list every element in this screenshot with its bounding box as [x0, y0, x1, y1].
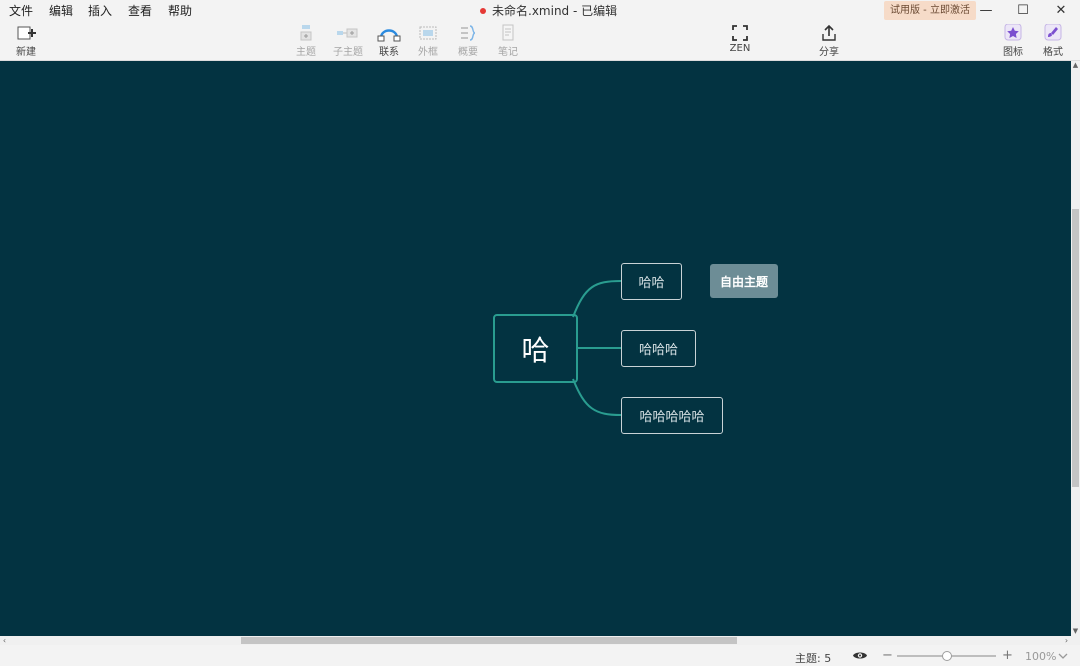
scroll-down-icon[interactable]: ▼	[1071, 627, 1080, 636]
close-button[interactable]: ✕	[1041, 0, 1080, 20]
mindmap-canvas[interactable]: 哈 哈哈 哈哈哈 哈哈哈哈哈 自由主题	[0, 61, 1071, 636]
summary-button[interactable]: 概要	[446, 23, 490, 59]
zen-label: ZEN	[729, 43, 751, 54]
paint-brush-icon	[1043, 23, 1063, 43]
trial-activate-button[interactable]: 试用版 - 立即激活	[884, 1, 976, 20]
minimize-button[interactable]: —	[966, 0, 1006, 20]
boundary-icon	[418, 23, 438, 43]
zoom-in-button[interactable]: +	[1002, 648, 1013, 663]
maximize-button[interactable]: ☐	[1003, 0, 1043, 20]
zoom-level[interactable]: 100%	[1025, 650, 1056, 663]
relationship-button[interactable]: 联系	[367, 23, 411, 59]
subtopic-label: 子主题	[333, 47, 363, 58]
close-icon: ✕	[1055, 2, 1067, 18]
share-button[interactable]: 分享	[807, 23, 851, 59]
unsaved-dot-icon	[480, 7, 486, 14]
scroll-corner	[1071, 636, 1080, 645]
icons-button[interactable]: 图标	[991, 23, 1035, 59]
format-label: 格式	[1043, 47, 1063, 58]
notes-button[interactable]: 笔记	[486, 23, 530, 59]
minimize-icon: —	[979, 2, 993, 18]
menu-help[interactable]: 帮助	[168, 2, 192, 19]
vertical-scroll-thumb[interactable]	[1072, 209, 1079, 487]
topic-count: 主题: 5	[795, 652, 832, 665]
branch-topic-3[interactable]: 哈哈哈哈哈	[621, 397, 723, 434]
toolbar: 新建 主题 子主题 联系 外框 概要 笔记 ZEN 分享 图标 格式	[0, 20, 1080, 61]
zoom-dropdown-chevron-icon[interactable]	[1058, 650, 1068, 664]
relationship-label: 联系	[379, 47, 399, 58]
notes-icon	[499, 23, 517, 43]
menu-file[interactable]: 文件	[9, 2, 33, 19]
menu-insert[interactable]: 插入	[88, 2, 112, 19]
menu-view[interactable]: 查看	[128, 2, 152, 19]
relationship-icon	[377, 23, 401, 43]
branch-topic-2[interactable]: 哈哈哈	[621, 330, 696, 367]
branch-topic-1[interactable]: 哈哈	[621, 263, 682, 300]
subtopic-button[interactable]: 子主题	[326, 23, 370, 59]
window-title-text: 未命名.xmind - 已编辑	[492, 4, 618, 18]
zoom-out-button[interactable]: −	[882, 648, 893, 663]
scroll-right-icon[interactable]: ›	[1062, 636, 1071, 645]
horizontal-scroll-thumb[interactable]	[241, 637, 737, 644]
central-topic[interactable]: 哈	[493, 314, 578, 383]
boundary-label: 外框	[418, 47, 438, 58]
new-button[interactable]: 新建	[4, 23, 48, 59]
icons-label: 图标	[1003, 47, 1023, 58]
format-button[interactable]: 格式	[1031, 23, 1075, 59]
eye-icon[interactable]	[852, 649, 868, 665]
maximize-icon: ☐	[1017, 2, 1029, 18]
topic-button[interactable]: 主题	[284, 23, 328, 59]
scroll-up-icon[interactable]: ▲	[1071, 61, 1080, 70]
menu-edit[interactable]: 编辑	[49, 2, 73, 19]
topic-label: 主题	[296, 47, 316, 58]
window-title: 未命名.xmind - 已编辑	[480, 2, 617, 19]
share-label: 分享	[819, 47, 839, 58]
subtopic-icon	[335, 23, 361, 43]
connector-branch-1	[572, 280, 622, 318]
fullscreen-icon	[731, 23, 749, 43]
new-label: 新建	[16, 47, 36, 58]
share-icon	[820, 23, 838, 43]
zen-button[interactable]: ZEN	[718, 23, 762, 59]
zoom-slider-knob[interactable]	[942, 651, 952, 661]
new-file-icon	[15, 23, 37, 43]
vertical-scrollbar[interactable]: ▲ ▼	[1071, 61, 1080, 636]
menu-bar: 文件 编辑 插入 查看 帮助 未命名.xmind - 已编辑 试用版 - 立即激…	[0, 0, 1080, 20]
star-icon	[1003, 23, 1023, 43]
status-bar: 主题: 5 − + 100%	[0, 645, 1080, 666]
notes-label: 笔记	[498, 47, 518, 58]
summary-label: 概要	[458, 47, 478, 58]
boundary-button[interactable]: 外框	[406, 23, 450, 59]
floating-topic[interactable]: 自由主题	[710, 264, 778, 298]
scroll-left-icon[interactable]: ‹	[0, 636, 9, 645]
topic-icon	[296, 23, 316, 43]
horizontal-scrollbar[interactable]: ‹ ›	[0, 636, 1071, 645]
connector-branch-3	[572, 378, 622, 416]
summary-icon	[458, 23, 478, 43]
